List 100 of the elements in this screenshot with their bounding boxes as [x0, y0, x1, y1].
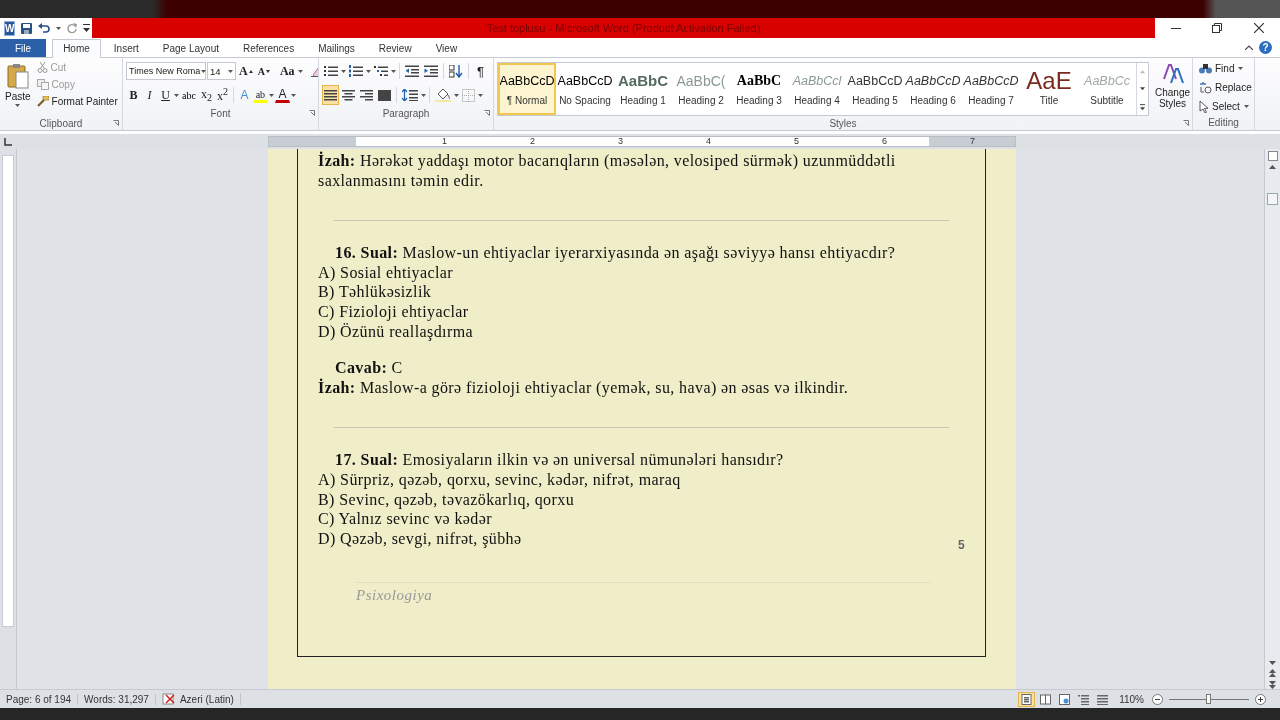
align-left-icon[interactable]: [324, 89, 337, 101]
dialog-launcher-icon[interactable]: [309, 110, 315, 116]
proofing-icon[interactable]: [161, 693, 176, 705]
caret-icon[interactable]: [421, 93, 426, 97]
find-button[interactable]: Find: [1196, 61, 1238, 76]
file-menu-button[interactable]: File: [0, 39, 47, 57]
superscript-button[interactable]: x$^{2}$: [214, 84, 230, 106]
vertical-scrollbar[interactable]: [1264, 149, 1280, 689]
caret-icon[interactable]: [1238, 67, 1244, 70]
change-case-button[interactable]: Aa: [277, 61, 297, 81]
style-gallery-item[interactable]: AaBbCcl Heading 4: [788, 63, 846, 115]
subscript-button[interactable]: x$_{2}$: [198, 84, 214, 106]
save-icon[interactable]: [21, 22, 33, 34]
highlight-button[interactable]: ab: [252, 87, 268, 103]
next-page-icon[interactable]: [1269, 681, 1276, 689]
copy-icon: [36, 79, 49, 90]
paste-button[interactable]: Paste: [3, 60, 33, 116]
ribbon-tab[interactable]: View: [424, 39, 469, 57]
horizontal-ruler[interactable]: 1 2 3 4 5 6 7: [268, 136, 1016, 147]
collapse-ribbon-icon[interactable]: [1245, 45, 1253, 50]
italic-button[interactable]: I: [142, 85, 157, 105]
scroll-up-icon[interactable]: [1269, 165, 1276, 169]
ribbon-tab[interactable]: Insert: [102, 39, 150, 57]
align-left-button[interactable]: [322, 85, 339, 105]
show-marks-button[interactable]: ¶: [472, 61, 489, 81]
strikethrough-button[interactable]: abc: [180, 87, 198, 103]
restore-icon[interactable]: [1212, 23, 1223, 33]
zoom-level[interactable]: 110%: [1113, 693, 1150, 705]
underline-button[interactable]: U: [158, 85, 173, 105]
style-gallery-item[interactable]: AaBbC Heading 1: [614, 63, 672, 115]
scroll-down-icon[interactable]: [1269, 661, 1276, 665]
caret-icon[interactable]: [341, 69, 346, 73]
caret-icon[interactable]: [297, 69, 303, 73]
bold-button[interactable]: B: [126, 85, 141, 105]
bullet-list-icon[interactable]: [324, 65, 338, 77]
font-size-field[interactable]: 14: [207, 62, 236, 80]
style-gallery-item[interactable]: AaBbCcD Heading 6: [904, 63, 962, 115]
dialog-launcher-icon[interactable]: [484, 110, 490, 116]
ribbon-tab[interactable]: References: [232, 39, 306, 57]
multilevel-list-icon[interactable]: [374, 65, 388, 77]
style-gallery-item[interactable]: AaBbCc Subtitle: [1078, 63, 1136, 115]
ribbon-tab[interactable]: Mailings: [307, 39, 366, 57]
align-center-icon[interactable]: [342, 89, 355, 101]
justify-icon[interactable]: [378, 89, 391, 101]
caret-icon[interactable]: [391, 69, 396, 73]
change-styles-button[interactable]: Change Styles: [1153, 60, 1192, 116]
previous-page-icon[interactable]: [1269, 669, 1276, 677]
caret-icon[interactable]: [174, 93, 179, 97]
ruler-toggle-icon[interactable]: [1267, 151, 1278, 161]
answer-option: C) Yalnız sevinc və kədər: [318, 509, 492, 529]
style-gallery-item[interactable]: AaBbC Heading 3: [730, 63, 788, 115]
grow-font-button[interactable]: A: [237, 61, 255, 81]
customize-toolbar-icon[interactable]: [83, 24, 91, 32]
close-icon[interactable]: [1254, 23, 1265, 33]
scroll-thumb[interactable]: [1267, 193, 1278, 205]
caret-icon[interactable]: [228, 69, 233, 73]
caret-icon[interactable]: [201, 69, 207, 73]
caret-icon[interactable]: [15, 104, 21, 107]
select-button[interactable]: Select: [1196, 98, 1243, 115]
language-label[interactable]: Azeri (Latin): [179, 693, 234, 705]
word-count[interactable]: Words: 31,297: [78, 693, 156, 705]
dialog-launcher-icon[interactable]: [1183, 120, 1189, 126]
caret-icon[interactable]: [290, 93, 296, 97]
style-gallery-item[interactable]: AaBbCcD Heading 5: [846, 63, 904, 115]
format-painter-button[interactable]: Format Painter: [33, 94, 121, 109]
page-count[interactable]: Page: 6 of 194: [0, 693, 79, 705]
caret-icon[interactable]: [268, 93, 274, 97]
zoom-out-icon[interactable]: [1152, 693, 1163, 705]
style-gallery-item[interactable]: AaBbCcD No Spacing: [556, 63, 614, 115]
replace-button[interactable]: Replace: [1196, 79, 1254, 96]
answer-option: B) Təhlükəsizlik: [318, 282, 432, 302]
ribbon-tab[interactable]: Page Layout: [151, 39, 230, 57]
clipboard-icon: [6, 63, 29, 89]
redo-icon[interactable]: [67, 23, 78, 33]
answer-option: B) Sevinc, qəzəb, təvazökarlıq, qorxu: [318, 489, 575, 510]
dialog-launcher-icon[interactable]: [113, 120, 119, 126]
decrease-indent-icon[interactable]: [405, 65, 419, 77]
caret-icon[interactable]: [478, 93, 483, 97]
help-button[interactable]: ?: [1259, 41, 1272, 54]
caret-icon[interactable]: [56, 26, 62, 30]
undo-icon[interactable]: [38, 23, 51, 33]
style-gallery-item[interactable]: AaBbCcD ¶ Normal: [498, 63, 556, 115]
increase-indent-icon[interactable]: [424, 65, 438, 77]
ribbon-tab[interactable]: Home: [52, 39, 101, 58]
tab-selector-icon[interactable]: [4, 137, 12, 146]
zoom-slider-thumb[interactable]: [1206, 693, 1211, 704]
style-gallery-item[interactable]: AaBbC( Heading 2: [672, 63, 730, 115]
zoom-in-icon[interactable]: [1255, 693, 1266, 705]
style-gallery-item[interactable]: AaBbCcD Heading 7: [962, 63, 1020, 115]
font-color-button[interactable]: A: [274, 87, 290, 103]
caret-icon[interactable]: [1243, 105, 1249, 108]
numbered-list-icon[interactable]: [349, 65, 363, 77]
align-right-icon[interactable]: [360, 89, 373, 101]
view-button[interactable]: [1018, 691, 1036, 707]
caret-icon[interactable]: [366, 69, 371, 73]
caret-icon[interactable]: [454, 93, 459, 97]
font-name-field[interactable]: Times New Roma: [126, 62, 206, 80]
ribbon-tab[interactable]: Review: [367, 39, 423, 57]
style-gallery-item[interactable]: AaE Title: [1020, 63, 1078, 115]
shrink-font-button[interactable]: A: [255, 63, 272, 79]
